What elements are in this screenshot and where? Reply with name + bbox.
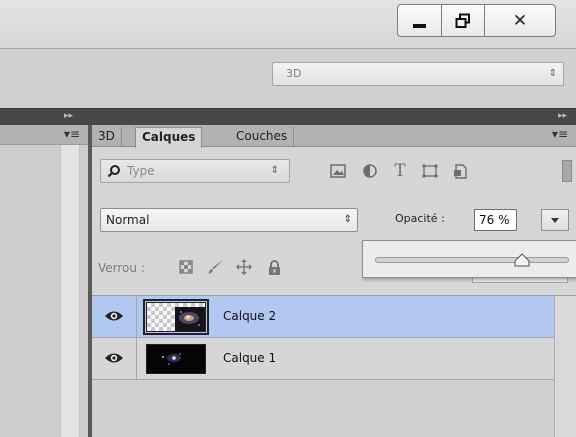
left-panel: ▾≡	[0, 125, 88, 437]
lock-transparent-pixels-icon[interactable]	[176, 257, 196, 277]
close-icon: ✕	[512, 10, 528, 31]
lock-position-icon[interactable]	[234, 257, 254, 277]
blend-mode-select[interactable]: Normal ⇕	[100, 208, 358, 232]
updown-arrows-icon: ⇕	[270, 165, 279, 176]
3d-mode-value: 3D	[286, 67, 302, 80]
eye-icon[interactable]	[104, 351, 124, 365]
opacity-slider-track[interactable]	[375, 257, 569, 263]
layer-filter-value: Type	[127, 164, 155, 178]
opacity-input[interactable]: 76 %	[474, 209, 517, 231]
layers-list: Calque 2 Calque 1	[92, 295, 576, 437]
panel-menu-icon[interactable]: ▾≡	[64, 127, 80, 141]
image-filter-icon[interactable]	[328, 161, 348, 181]
panel-menu-icon[interactable]: ▾≡	[552, 127, 568, 141]
lock-all-icon[interactable]	[264, 257, 284, 277]
shape-filter-icon[interactable]	[420, 161, 440, 181]
eye-icon[interactable]	[104, 309, 124, 323]
opacity-label: Opacité :	[395, 212, 445, 225]
expand-right-dock-icon[interactable]: ▸▸	[558, 109, 567, 124]
tab-calques[interactable]: Calques	[135, 127, 203, 148]
layers-scrollbar[interactable]	[554, 296, 576, 437]
filter-toggle-switch[interactable]	[562, 160, 572, 182]
adjustment-filter-icon[interactable]	[360, 161, 380, 181]
restore-icon	[455, 13, 470, 28]
layer-thumbnail	[143, 299, 209, 335]
layer-row-calque-2[interactable]: Calque 2	[92, 296, 554, 338]
left-panel-header: ▾≡	[0, 125, 88, 145]
row-separator	[136, 296, 137, 338]
left-panel-scrollbar[interactable]	[60, 145, 80, 437]
expand-left-dock-icon[interactable]: ▸▸	[64, 109, 73, 124]
text-filter-icon[interactable]: T	[390, 161, 410, 181]
layer-name[interactable]: Calque 2	[223, 309, 276, 323]
layer-thumbnail	[146, 344, 206, 374]
opacity-slider-popup	[362, 240, 576, 278]
tab-3d[interactable]: 3D	[92, 127, 122, 147]
collapsed-dock-strip: ▸▸ ▸▸	[0, 108, 576, 125]
chevron-down-icon	[551, 217, 559, 223]
tab-couches[interactable]: Couches	[230, 127, 295, 147]
options-bar: 3D ⇕	[0, 48, 576, 108]
3d-mode-select[interactable]: 3D ⇕	[272, 62, 564, 86]
row-separator	[136, 338, 137, 380]
blend-mode-value: Normal	[106, 213, 150, 227]
opacity-slider-thumb[interactable]	[514, 253, 530, 267]
panel-tabs: 3D Calques Couches ▾≡	[92, 125, 576, 148]
close-button[interactable]: ✕	[484, 4, 556, 37]
updown-arrows-icon: ⇕	[343, 214, 352, 225]
updown-arrows-icon: ⇕	[548, 68, 557, 79]
opacity-dropdown-button[interactable]	[541, 209, 569, 231]
lock-image-pixels-icon[interactable]	[205, 257, 225, 277]
layers-panel: 3D Calques Couches ▾≡ Type ⇕ T Normal ⇕ …	[92, 125, 576, 437]
search-icon	[107, 165, 120, 178]
minimize-icon	[413, 23, 426, 28]
minimize-button[interactable]	[397, 4, 442, 37]
layer-name[interactable]: Calque 1	[223, 351, 276, 365]
lock-label: Verrou :	[98, 261, 145, 275]
window-titlebar: ✕	[0, 0, 576, 48]
layer-filter-select[interactable]: Type ⇕	[100, 159, 290, 183]
layer-row-calque-1[interactable]: Calque 1	[92, 338, 554, 380]
restore-button[interactable]	[441, 4, 485, 37]
smart-object-filter-icon[interactable]	[450, 161, 470, 181]
text-filter-glyph: T	[394, 161, 406, 181]
